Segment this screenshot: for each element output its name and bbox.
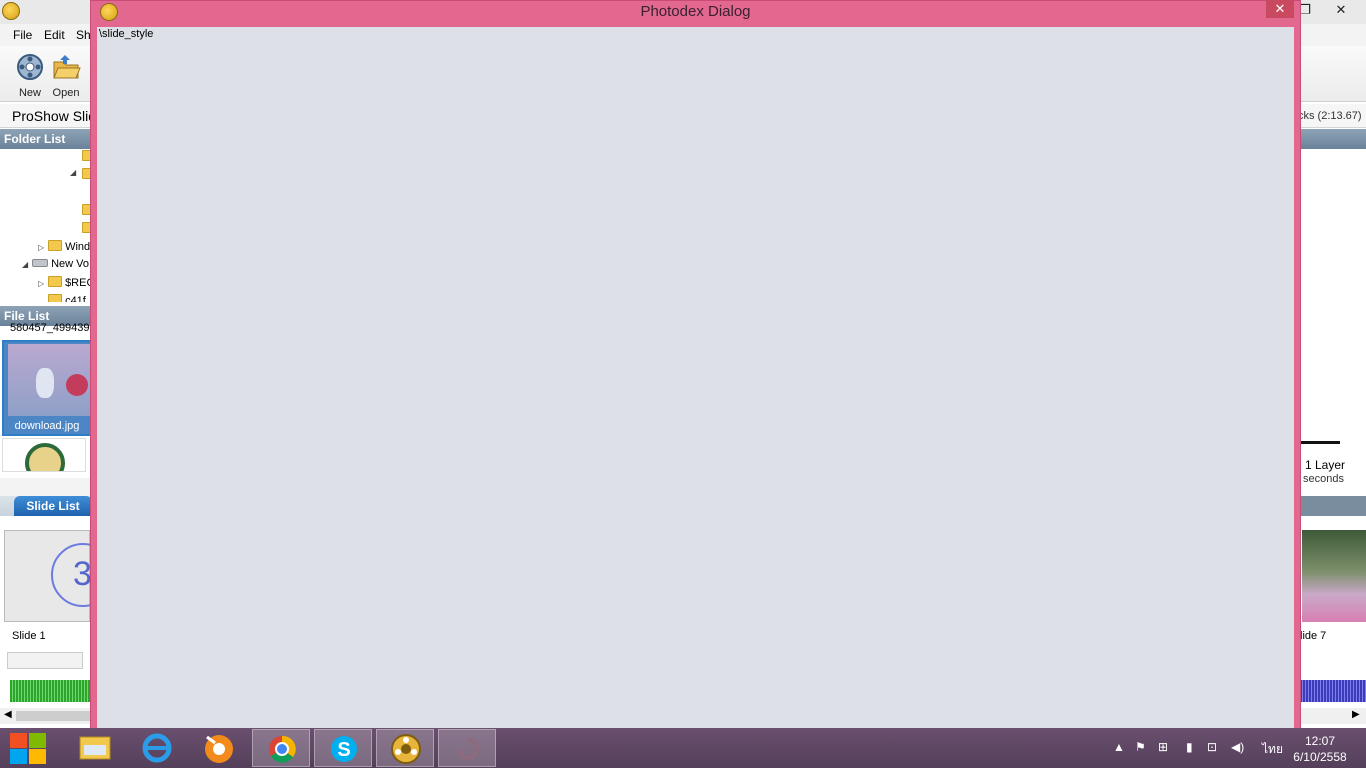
media-player-icon bbox=[205, 735, 233, 763]
battery-icon[interactable]: ▮ bbox=[1186, 740, 1193, 754]
start-button[interactable] bbox=[8, 729, 48, 767]
skype-icon: S bbox=[331, 736, 357, 762]
photodex-dialog: Photodex Dialog ✕ \slide_style bbox=[90, 0, 1301, 736]
scroll-thumb[interactable] bbox=[16, 711, 90, 721]
collapse-icon[interactable]: ▷ bbox=[38, 279, 48, 288]
taskbar-proshow[interactable] bbox=[376, 729, 434, 767]
tree-item-label: c41f bbox=[65, 295, 86, 302]
file-name: 580457_499439 bbox=[10, 322, 90, 334]
folder-tree: ◢ ▷ Wind ◢ New Vo ▷ $REC c41f bbox=[0, 149, 96, 302]
windows-logo-icon bbox=[10, 733, 46, 764]
network-icon[interactable]: ⊡ bbox=[1207, 740, 1217, 754]
slide-label-7: lide 7 bbox=[1300, 630, 1327, 642]
layers-count: 1 Layer bbox=[1305, 458, 1346, 472]
open-label: Open bbox=[52, 87, 80, 99]
action-center-flag-icon[interactable]: ⚑ bbox=[1135, 740, 1146, 754]
clock-date: 6/10/2558 bbox=[1293, 750, 1347, 764]
taskbar-file-explorer[interactable] bbox=[66, 729, 124, 767]
show-title: ProShow Slid bbox=[12, 108, 97, 124]
folder-icon bbox=[48, 294, 62, 302]
show-hidden-icons[interactable]: ▲ bbox=[1113, 740, 1125, 754]
dialog-content-area: \slide_style bbox=[97, 27, 1294, 728]
proshow-logo-icon bbox=[2, 2, 20, 20]
open-button[interactable]: Open bbox=[48, 52, 84, 99]
collapse-icon[interactable]: ▷ bbox=[38, 243, 48, 252]
audio-waveform[interactable] bbox=[1300, 680, 1366, 702]
show-duration: cks (2:13.67) bbox=[1298, 110, 1362, 122]
new-show-icon bbox=[17, 54, 43, 80]
file-list: 580457_499439 download.jpg bbox=[0, 322, 92, 476]
slide-thumbnail-1[interactable]: 3 bbox=[4, 530, 115, 622]
audio-waveform[interactable] bbox=[10, 680, 90, 702]
slide-list-bar-right bbox=[1300, 496, 1366, 516]
folder-icon bbox=[79, 736, 111, 760]
slide-list-panel-right: lide 7 bbox=[1300, 516, 1366, 676]
emblem-image bbox=[25, 443, 65, 471]
tree-item-windows[interactable]: ▷ Wind bbox=[38, 240, 90, 253]
slide-label-1: Slide 1 bbox=[12, 630, 46, 642]
separator-line bbox=[1300, 441, 1340, 444]
tree-item-c41f[interactable]: c41f bbox=[48, 294, 86, 302]
app-close-button[interactable]: ✕ bbox=[1326, 0, 1356, 20]
tree-item-label: Wind bbox=[65, 241, 91, 253]
file-thumbnail[interactable] bbox=[2, 438, 86, 472]
scroll-right-icon[interactable]: ▶ bbox=[1352, 709, 1360, 720]
tree-item-recycle[interactable]: ▷ $REC bbox=[38, 276, 94, 289]
folder-icon bbox=[48, 240, 62, 251]
file-list-footer bbox=[0, 478, 92, 496]
slide-thumbnail-7[interactable] bbox=[1302, 530, 1366, 622]
taskbar-chrome[interactable] bbox=[252, 729, 310, 767]
image-preview bbox=[8, 344, 92, 416]
menu-show[interactable]: Sh bbox=[76, 28, 91, 42]
expand-icon[interactable]: ◢ bbox=[22, 260, 32, 269]
taskbar-clock[interactable]: 12:07 6/10/2558 bbox=[1290, 733, 1350, 765]
taskbar-internet-explorer[interactable] bbox=[128, 729, 186, 767]
horizontal-scrollbar[interactable]: ◀ bbox=[0, 708, 92, 724]
tree-item-label: New Vo bbox=[51, 258, 89, 270]
chrome-icon bbox=[269, 735, 296, 763]
windows-icon[interactable]: ⊞ bbox=[1158, 740, 1168, 754]
tab-slide-list[interactable]: Slide List bbox=[14, 496, 92, 516]
clock-time: 12:07 bbox=[1304, 734, 1336, 748]
drive-icon bbox=[32, 259, 48, 267]
taskbar-media-player[interactable] bbox=[190, 729, 248, 767]
menu-edit[interactable]: Edit bbox=[44, 28, 65, 42]
tree-item-new-volume[interactable]: ◢ New Vo bbox=[22, 258, 89, 270]
loading-icon bbox=[457, 738, 479, 760]
expand-icon[interactable]: ◢ bbox=[70, 168, 80, 177]
file-name-selected: download.jpg bbox=[14, 420, 80, 432]
new-button[interactable]: New bbox=[12, 52, 48, 99]
dialog-close-button[interactable]: ✕ bbox=[1266, 0, 1294, 18]
figure-shape bbox=[66, 374, 88, 396]
slide-duration-field[interactable] bbox=[7, 652, 83, 669]
internet-explorer-icon bbox=[142, 733, 172, 763]
scroll-left-icon[interactable]: ◀ bbox=[4, 709, 12, 720]
file-thumbnail-selected[interactable]: download.jpg bbox=[2, 340, 92, 436]
dialog-content-text: \slide_style bbox=[99, 28, 154, 40]
dialog-title: Photodex Dialog bbox=[640, 3, 751, 20]
open-folder-icon bbox=[53, 55, 81, 79]
taskbar-loading-app[interactable] bbox=[438, 729, 496, 767]
proshow-logo-icon bbox=[100, 3, 118, 21]
folder-icon bbox=[48, 276, 62, 287]
slide-list-panel: 3 Slide 1 bbox=[0, 516, 115, 676]
horizontal-scrollbar-right[interactable]: ▶ bbox=[1300, 708, 1366, 724]
new-label: New bbox=[18, 87, 41, 99]
volume-icon[interactable]: ◀) bbox=[1231, 740, 1244, 754]
folder-list-header: Folder List bbox=[0, 129, 92, 149]
preview-header bbox=[1300, 129, 1366, 149]
menu-file[interactable]: File bbox=[13, 28, 32, 42]
taskbar-skype[interactable]: S bbox=[314, 729, 372, 767]
duration-units: seconds bbox=[1303, 473, 1344, 485]
language-indicator[interactable]: ไทย bbox=[1262, 740, 1283, 759]
svg-text:S: S bbox=[337, 739, 350, 761]
proshow-icon bbox=[391, 734, 421, 764]
figure-shape bbox=[36, 368, 54, 398]
